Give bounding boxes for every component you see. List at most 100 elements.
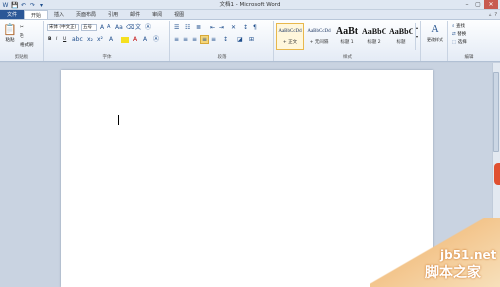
scrollbar-thumb[interactable] bbox=[493, 72, 499, 152]
font-color-icon[interactable]: A bbox=[133, 36, 137, 43]
paste-button[interactable]: 📋 粘贴 bbox=[3, 23, 17, 49]
customize-qat-icon[interactable]: ▾ bbox=[38, 2, 45, 9]
strikethrough-icon[interactable]: abc bbox=[72, 36, 83, 43]
highlight-color-icon[interactable] bbox=[121, 37, 129, 43]
tab-file[interactable]: 文件 bbox=[0, 10, 25, 19]
style-no-spacing[interactable]: AaBbCcDd + 无间隔 bbox=[305, 23, 333, 50]
increase-indent-icon[interactable]: ⇥ bbox=[219, 24, 224, 31]
word-app-icon[interactable]: W bbox=[2, 2, 9, 9]
side-float-tab[interactable] bbox=[494, 163, 500, 185]
superscript-icon[interactable]: x² bbox=[97, 36, 103, 43]
shading-icon[interactable]: ◪ bbox=[237, 36, 243, 43]
window-title: 文档1 - Microsoft Word bbox=[219, 2, 281, 8]
paste-label: 粘贴 bbox=[5, 38, 15, 43]
styles-down-icon: ▾ bbox=[416, 34, 419, 39]
find-label: 查找 bbox=[455, 24, 465, 29]
tab-home[interactable]: 开始 bbox=[24, 10, 49, 19]
minimize-button[interactable]: – bbox=[462, 0, 472, 9]
tab-view[interactable]: 视图 bbox=[168, 10, 190, 19]
enclose-char-icon[interactable]: Ⓐ bbox=[145, 24, 151, 31]
select-button[interactable]: ⬚ 选择 bbox=[452, 39, 467, 46]
justify-icon[interactable]: ≡ bbox=[200, 35, 210, 44]
align-right-icon[interactable]: ≡ bbox=[192, 36, 197, 43]
style-title-sample: AaBbC bbox=[389, 27, 414, 36]
font-size-combo[interactable]: 五号 bbox=[81, 24, 97, 31]
tab-review[interactable]: 审阅 bbox=[146, 10, 168, 19]
font-name-combo[interactable]: 宋体 (中文正) bbox=[47, 24, 79, 31]
text-cursor bbox=[118, 115, 119, 125]
subscript-icon[interactable]: x₂ bbox=[87, 36, 93, 43]
ribbon-options: ▵ ? bbox=[489, 11, 497, 19]
asian-layout-icon[interactable]: ✕ bbox=[231, 24, 236, 31]
style-no-spacing-sample: AaBbCcDd bbox=[307, 29, 331, 34]
style-heading-2-sample: AaBbC bbox=[362, 27, 387, 36]
find-button[interactable]: ⌕ 查找 bbox=[452, 23, 465, 30]
numbering-icon[interactable]: ☷ bbox=[185, 24, 190, 31]
align-left-icon[interactable]: ≡ bbox=[174, 36, 179, 43]
tab-mailings[interactable]: 邮件 bbox=[124, 10, 146, 19]
paste-icon: 📋 bbox=[3, 23, 17, 36]
tab-insert[interactable]: 插入 bbox=[48, 10, 70, 19]
tab-references[interactable]: 引用 bbox=[102, 10, 124, 19]
style-heading-2-name: 标题 2 bbox=[367, 40, 381, 45]
tab-page-layout[interactable]: 页面布局 bbox=[70, 10, 102, 19]
select-icon: ⬚ bbox=[452, 40, 457, 45]
style-normal-sample: AaBbCcDd bbox=[278, 29, 302, 34]
save-icon[interactable]: 💾 bbox=[11, 2, 18, 9]
bullets-icon[interactable]: ☰ bbox=[174, 24, 179, 31]
help-icon[interactable]: ? bbox=[494, 11, 497, 19]
styles-up-icon: ▴ bbox=[416, 25, 419, 30]
styles-group: AaBbCcDd + 正文 AaBbCcDd + 无间隔 AaBt 标题 1 A… bbox=[275, 21, 421, 61]
line-spacing-icon[interactable]: ↕ bbox=[223, 36, 228, 43]
close-button[interactable]: ✕ bbox=[484, 0, 498, 9]
ribbon: 📋 粘贴 ✂ ⎘ 格式刷 剪贴板 宋体 (中文正) 五号 A A Aa ⌫ 文 … bbox=[0, 20, 500, 62]
multilevel-list-icon[interactable]: ≣ bbox=[196, 24, 201, 31]
editing-group: ⌕ 查找 ⇄ 替换 ⬚ 选择 编辑 bbox=[449, 21, 489, 61]
show-marks-icon[interactable]: ¶ bbox=[253, 24, 257, 31]
char-border-icon[interactable]: Ⓐ bbox=[153, 36, 159, 43]
minimize-ribbon-icon[interactable]: ▵ bbox=[489, 11, 492, 19]
style-normal[interactable]: AaBbCcDd + 正文 bbox=[276, 23, 304, 50]
format-painter-button[interactable]: 格式刷 bbox=[20, 42, 34, 49]
clipboard-group: 📋 粘贴 ✂ ⎘ 格式刷 剪贴板 bbox=[0, 21, 44, 61]
maximize-button[interactable]: ▢ bbox=[473, 0, 483, 9]
italic-button[interactable]: I bbox=[56, 36, 57, 43]
change-styles-label: 更改样式 bbox=[427, 37, 443, 42]
bold-button[interactable]: B bbox=[48, 36, 51, 43]
paragraph-group-label: 段落 bbox=[217, 55, 227, 60]
grow-font-icon[interactable]: A bbox=[100, 24, 104, 31]
find-icon: ⌕ bbox=[452, 24, 455, 29]
change-case-icon[interactable]: Aa bbox=[115, 24, 123, 31]
change-styles-button[interactable]: A 更改样式 bbox=[424, 23, 446, 51]
font-group: 宋体 (中文正) 五号 A A Aa ⌫ 文 Ⓐ B I U abc x₂ x²… bbox=[45, 21, 170, 61]
style-heading-1-name: 标题 1 bbox=[340, 40, 354, 45]
replace-icon: ⇄ bbox=[452, 32, 456, 37]
char-shading-icon[interactable]: A bbox=[143, 36, 147, 43]
style-heading-2[interactable]: AaBbC 标题 2 bbox=[361, 23, 387, 50]
sort-icon[interactable]: ↕ bbox=[243, 24, 248, 31]
style-title[interactable]: AaBbC 标题 bbox=[388, 23, 414, 50]
shrink-font-icon[interactable]: A bbox=[107, 24, 110, 31]
change-styles-icon: A bbox=[431, 24, 439, 35]
redo-icon[interactable]: ↷ bbox=[29, 2, 36, 9]
style-title-name: 标题 bbox=[396, 40, 406, 45]
align-center-icon[interactable]: ≡ bbox=[183, 36, 188, 43]
styles-scroll[interactable]: ▴ ▾ bbox=[415, 23, 420, 50]
undo-icon[interactable]: ↶ bbox=[20, 2, 27, 9]
cut-button[interactable]: ✂ bbox=[20, 24, 24, 31]
decrease-indent-icon[interactable]: ⇤ bbox=[210, 24, 215, 31]
borders-icon[interactable]: ⊞ bbox=[249, 36, 254, 43]
underline-button[interactable]: U bbox=[63, 36, 66, 43]
distribute-icon[interactable]: ≡ bbox=[211, 36, 216, 43]
styles-group-label: 样式 bbox=[343, 55, 352, 60]
copy-button[interactable]: ⎘ bbox=[20, 33, 24, 40]
style-heading-1[interactable]: AaBt 标题 1 bbox=[334, 23, 360, 50]
replace-button[interactable]: ⇄ 替换 bbox=[452, 31, 466, 38]
clear-formatting-icon[interactable]: ⌫ bbox=[126, 24, 134, 31]
text-effects-icon[interactable]: A bbox=[109, 36, 113, 43]
editing-group-label: 编辑 bbox=[464, 55, 474, 60]
replace-label: 替换 bbox=[457, 32, 467, 37]
phonetic-guide-icon[interactable]: 文 bbox=[135, 24, 141, 31]
window-controls: – ▢ ✕ bbox=[462, 0, 498, 10]
select-label: 选择 bbox=[457, 40, 467, 45]
